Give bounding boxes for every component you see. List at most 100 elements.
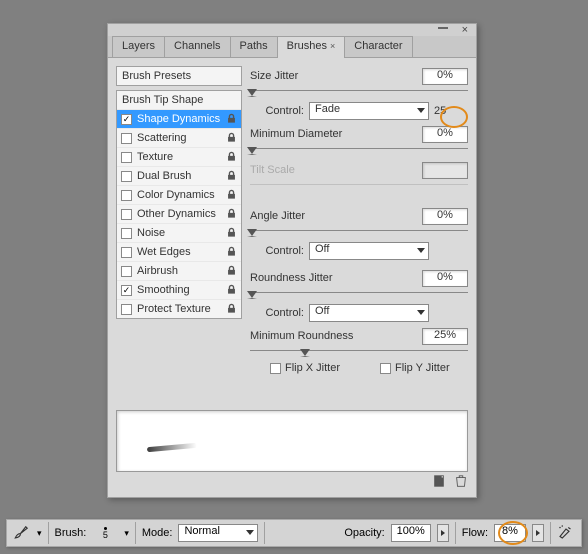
checkbox-shape-dynamics[interactable] [121,114,132,125]
lock-icon[interactable] [226,303,237,317]
flip-y-jitter-checkbox[interactable]: Flip Y Jitter [380,362,450,374]
tool-preset-arrow-icon[interactable]: ▾ [37,528,42,539]
tab-close-icon[interactable]: × [330,41,335,51]
dropdown-arrow-icon [246,530,254,535]
mode-select[interactable]: Normal [178,524,258,542]
control-3-select[interactable]: Off [309,304,429,322]
checkbox-noise[interactable] [121,228,132,239]
brush-preset-picker[interactable]: 5 [92,522,118,544]
trash-icon[interactable] [454,474,468,493]
size-jitter-slider[interactable] [250,88,468,94]
lock-icon[interactable] [226,208,237,222]
preset-shape-dynamics[interactable]: Shape Dynamics [117,109,241,128]
preset-label: Airbrush [137,265,178,277]
preset-protect-texture[interactable]: Protect Texture [117,299,241,318]
min-roundness-field[interactable]: 25% [422,328,468,345]
lock-icon[interactable] [226,265,237,279]
close-icon[interactable]: × [462,24,468,36]
tab-layers[interactable]: Layers [112,36,165,57]
new-preset-icon[interactable] [432,474,446,493]
size-jitter-field[interactable]: 0% [422,68,468,85]
preset-label: Wet Edges [137,246,191,258]
lock-icon[interactable] [226,227,237,241]
min-diameter-slider[interactable] [250,146,468,152]
dropdown-arrow-icon [417,310,425,315]
control-1-steps-field[interactable]: 25 [434,105,468,117]
brush-presets-button[interactable]: Brush Presets [116,66,242,86]
preset-other-dynamics[interactable]: Other Dynamics [117,204,241,223]
dropdown-arrow-icon [417,108,425,113]
tab-brushes-label: Brushes [287,40,327,52]
lock-icon[interactable] [226,132,237,146]
brush-size-value: 5 [103,530,108,540]
preset-texture[interactable]: Texture [117,147,241,166]
preset-scattering[interactable]: Scattering [117,128,241,147]
lock-icon[interactable] [226,113,237,127]
min-diameter-field[interactable]: 0% [422,126,468,143]
tab-brushes[interactable]: Brushes× [277,36,346,58]
lock-icon[interactable] [226,151,237,165]
brushes-panel: × Layers Channels Paths Brushes× Charact… [107,23,477,498]
minimize-icon[interactable] [438,27,448,29]
brush-picker-arrow-icon[interactable]: ▾ [124,528,129,539]
checkbox-dual-brush[interactable] [121,171,132,182]
angle-jitter-slider[interactable] [250,228,468,234]
brush-preview [116,410,468,472]
preset-smoothing[interactable]: Smoothing [117,280,241,299]
opacity-label: Opacity: [344,527,384,539]
flow-nudge[interactable] [532,524,544,542]
tab-character[interactable]: Character [344,36,412,57]
checkbox-color-dynamics[interactable] [121,190,132,201]
preset-brush-tip-shape[interactable]: Brush Tip Shape [117,91,241,109]
checkbox-airbrush[interactable] [121,266,132,277]
flip-x-label: Flip X Jitter [285,362,340,374]
panel-tabs: Layers Channels Paths Brushes× Character [108,36,476,58]
airbrush-toggle-icon[interactable] [557,523,575,544]
opacity-nudge[interactable] [437,524,449,542]
preset-wet-edges[interactable]: Wet Edges [117,242,241,261]
checkbox-wet-edges[interactable] [121,247,132,258]
brush-tool-icon[interactable] [13,523,31,544]
min-roundness-slider[interactable] [250,348,468,354]
panel-title-bar[interactable]: × [108,24,476,36]
preset-noise[interactable]: Noise [117,223,241,242]
lock-icon[interactable] [226,284,237,298]
brush-stroke-preview [147,443,197,452]
preset-label: Dual Brush [137,170,191,182]
preset-label: Shape Dynamics [137,113,220,125]
opacity-field[interactable]: 100% [391,524,431,542]
size-jitter-label: Size Jitter [250,70,422,82]
tilt-scale-label: Tilt Scale [250,164,422,176]
preset-dual-brush[interactable]: Dual Brush [117,166,241,185]
roundness-jitter-slider[interactable] [250,290,468,296]
checkbox-protect-texture[interactable] [121,304,132,315]
control-3-value: Off [315,305,329,317]
tilt-scale-slider [250,182,468,188]
tool-options-bar: ▾ Brush: 5 ▾ Mode: Normal Opacity: 100% … [6,519,582,547]
roundness-jitter-field[interactable]: 0% [422,270,468,287]
angle-jitter-label: Angle Jitter [250,210,422,222]
lock-icon[interactable] [226,170,237,184]
lock-icon[interactable] [226,246,237,260]
preset-color-dynamics[interactable]: Color Dynamics [117,185,241,204]
tab-channels[interactable]: Channels [164,36,230,57]
lock-icon[interactable] [226,189,237,203]
checkbox-texture[interactable] [121,152,132,163]
checkbox-scattering[interactable] [121,133,132,144]
flip-x-jitter-checkbox[interactable]: Flip X Jitter [270,362,340,374]
control-2-select[interactable]: Off [309,242,429,260]
preset-label: Texture [137,151,173,163]
flow-label: Flow: [462,527,488,539]
mode-value: Normal [184,525,219,537]
brush-label: Brush: [55,527,87,539]
checkbox-other-dynamics[interactable] [121,209,132,220]
checkbox-smoothing[interactable] [121,285,132,296]
flow-value: 8% [502,525,518,537]
flow-field[interactable]: 8% [494,524,526,542]
preset-airbrush[interactable]: Airbrush [117,261,241,280]
control-1-value: Fade [315,103,340,115]
preset-label: Smoothing [137,284,190,296]
control-1-select[interactable]: Fade [309,102,429,120]
tab-paths[interactable]: Paths [230,36,278,57]
angle-jitter-field[interactable]: 0% [422,208,468,225]
